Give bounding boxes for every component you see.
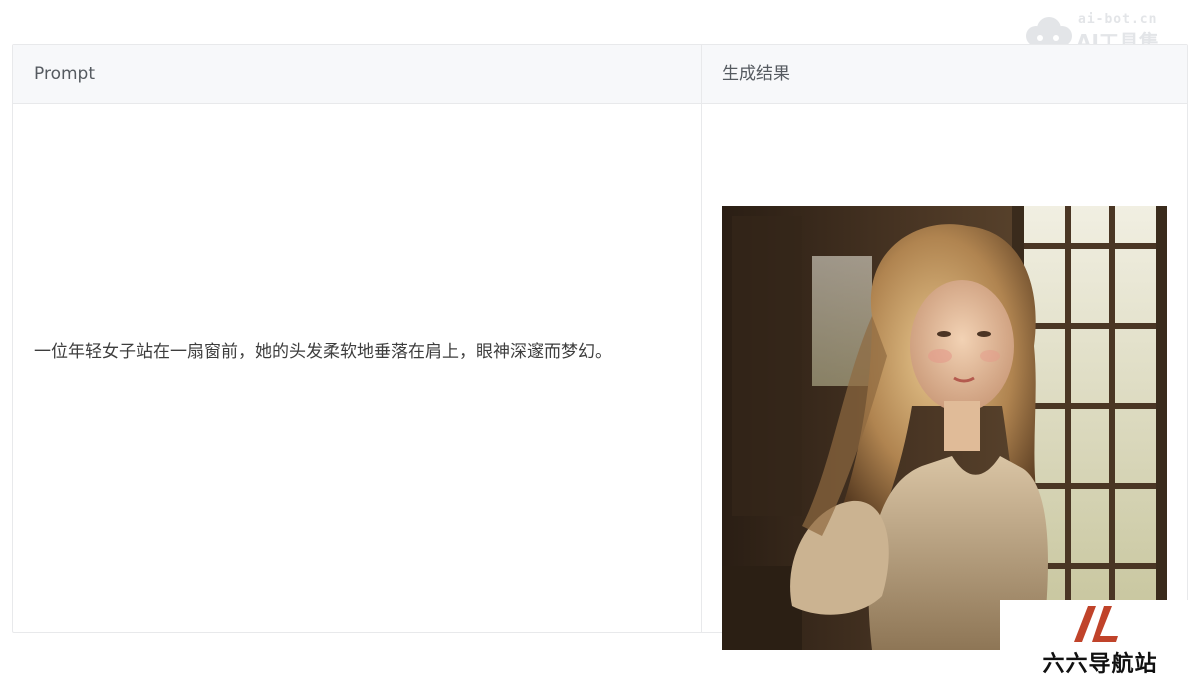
column-header-result: 生成结果 bbox=[722, 64, 790, 84]
table-row: 一位年轻女子站在一扇窗前，她的头发柔软地垂落在肩上，眼神深邃而梦幻。 bbox=[13, 104, 1187, 650]
footer-site-name: 六六导航站 bbox=[1042, 652, 1158, 675]
generated-image bbox=[722, 206, 1167, 650]
prompt-text: 一位年轻女子站在一扇窗前，她的头发柔软地垂落在肩上，眼神深邃而梦幻。 bbox=[34, 342, 612, 362]
footer-site-logo: 六六导航站 bbox=[1000, 600, 1200, 675]
table-header: Prompt 生成结果 bbox=[13, 45, 1187, 104]
double-slash-logo-icon bbox=[1074, 606, 1118, 642]
column-header-prompt: Prompt bbox=[34, 64, 95, 84]
watermark-domain: ai-bot.cn bbox=[1078, 12, 1158, 27]
prompt-result-table: Prompt 生成结果 一位年轻女子站在一扇窗前，她的头发柔软地垂落在肩上，眼神… bbox=[12, 44, 1188, 650]
portrait-woman-by-window bbox=[722, 206, 1167, 650]
